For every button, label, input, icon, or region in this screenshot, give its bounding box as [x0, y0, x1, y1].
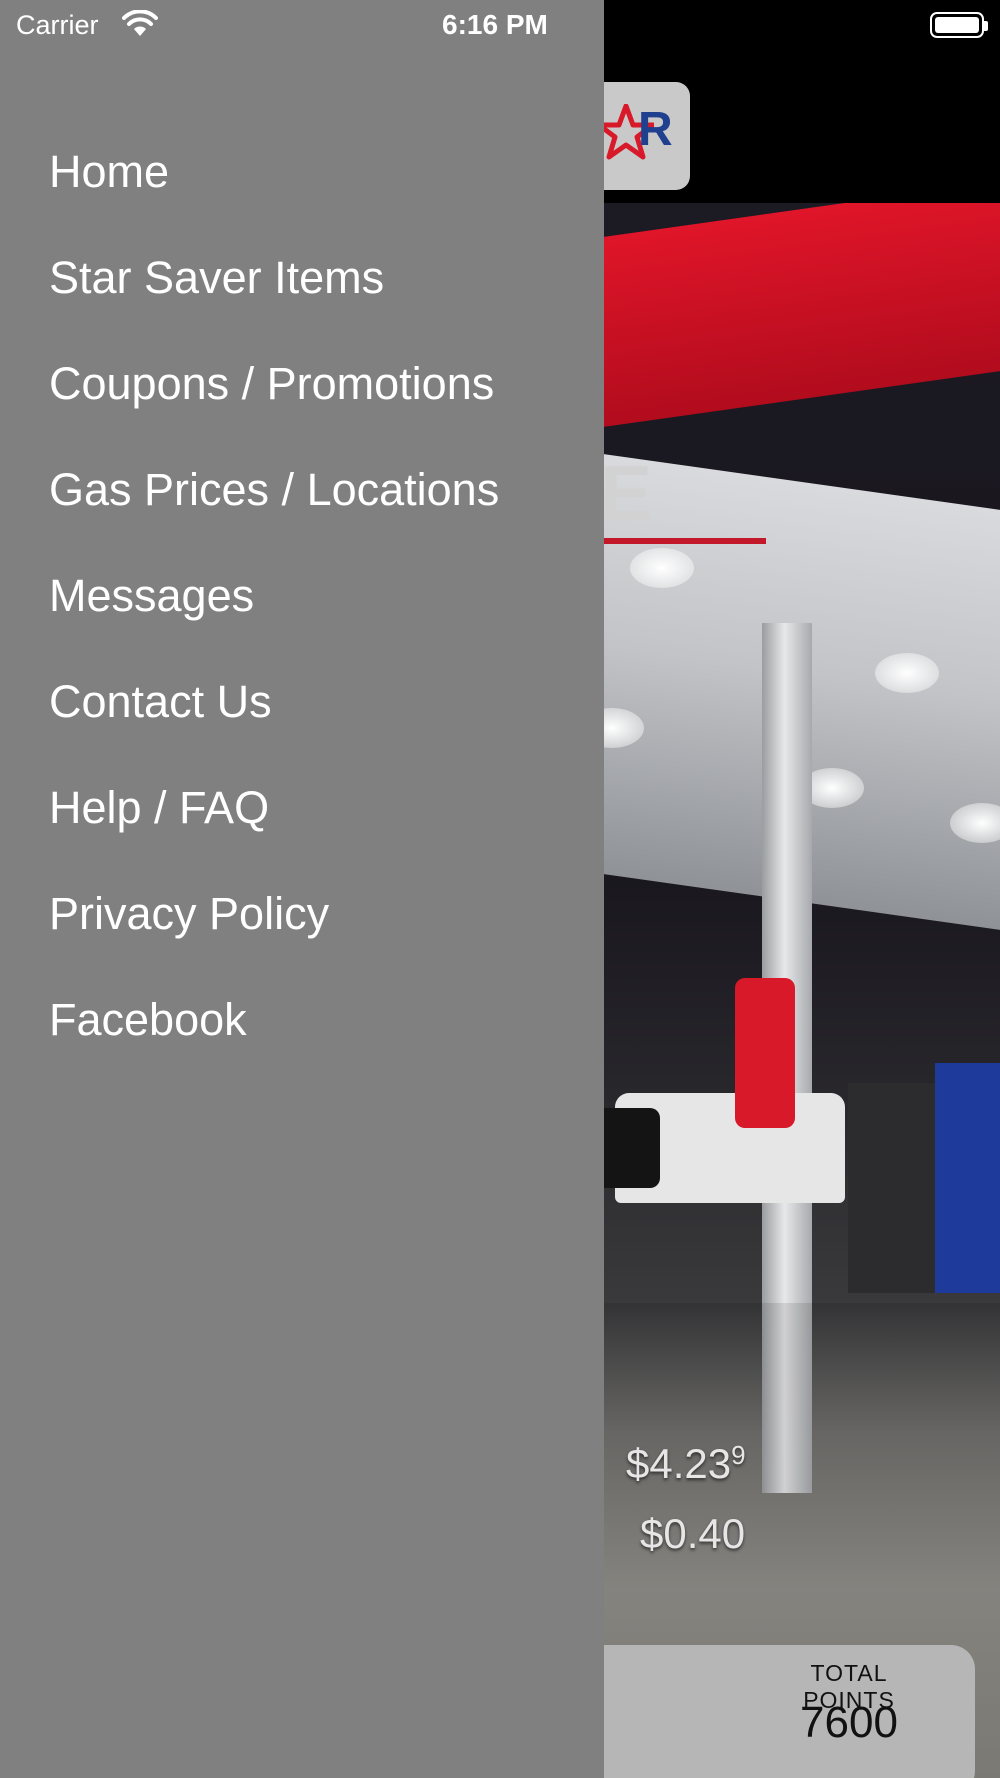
savings-price: $0.40 — [640, 1510, 746, 1557]
gas-price-fraction: 9 — [731, 1440, 746, 1470]
status-bar: Carrier 6:16 PM — [0, 0, 1000, 52]
menu-item-gas-prices-locations[interactable]: Gas Prices / Locations — [0, 437, 604, 543]
menu-item-privacy-policy[interactable]: Privacy Policy — [0, 861, 604, 967]
side-drawer: Home Star Saver Items Coupons / Promotio… — [0, 0, 604, 1778]
menu-item-help-faq[interactable]: Help / FAQ — [0, 755, 604, 861]
gas-price-value: $4.23 — [626, 1440, 732, 1487]
menu-item-contact-us[interactable]: Contact Us — [0, 649, 604, 755]
menu-item-coupons-promotions[interactable]: Coupons / Promotions — [0, 331, 604, 437]
menu-item-home[interactable]: Home — [0, 119, 604, 225]
carrier-label: Carrier — [16, 10, 99, 40]
menu-item-messages[interactable]: Messages — [0, 543, 604, 649]
wifi-icon — [122, 10, 158, 36]
battery-icon — [930, 12, 988, 38]
menu-item-facebook[interactable]: Facebook — [0, 967, 604, 1073]
menu-item-star-saver-items[interactable]: Star Saver Items — [0, 225, 604, 331]
drawer-menu: Home Star Saver Items Coupons / Promotio… — [0, 119, 604, 1073]
points-value: 7600 — [800, 1698, 898, 1747]
gas-price: $4.239 — [626, 1440, 746, 1488]
logo-letter: R — [638, 103, 673, 156]
clock: 6:16 PM — [442, 9, 548, 40]
